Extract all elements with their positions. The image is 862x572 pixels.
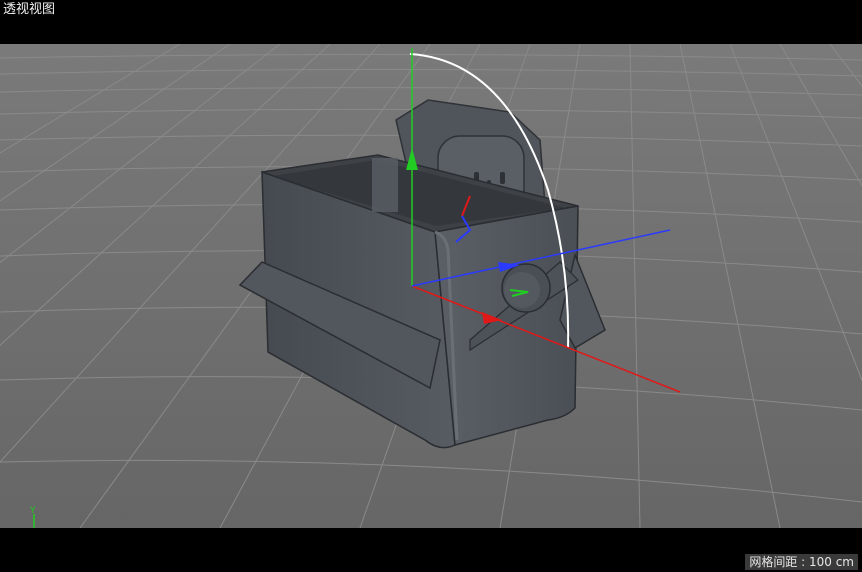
grid-spacing-readout: 网格间距 : 100 cm	[745, 554, 858, 570]
world-axis-y-label: Y	[29, 506, 36, 516]
viewport-canvas[interactable]: Y Z X	[0, 43, 862, 551]
view-title[interactable]: 透视视图	[3, 2, 55, 18]
viewport-footer: 网格间距 : 100 cm	[0, 528, 862, 572]
viewport-header: 透视视图	[0, 0, 862, 44]
perspective-viewport[interactable]: Y Z X	[0, 43, 862, 551]
